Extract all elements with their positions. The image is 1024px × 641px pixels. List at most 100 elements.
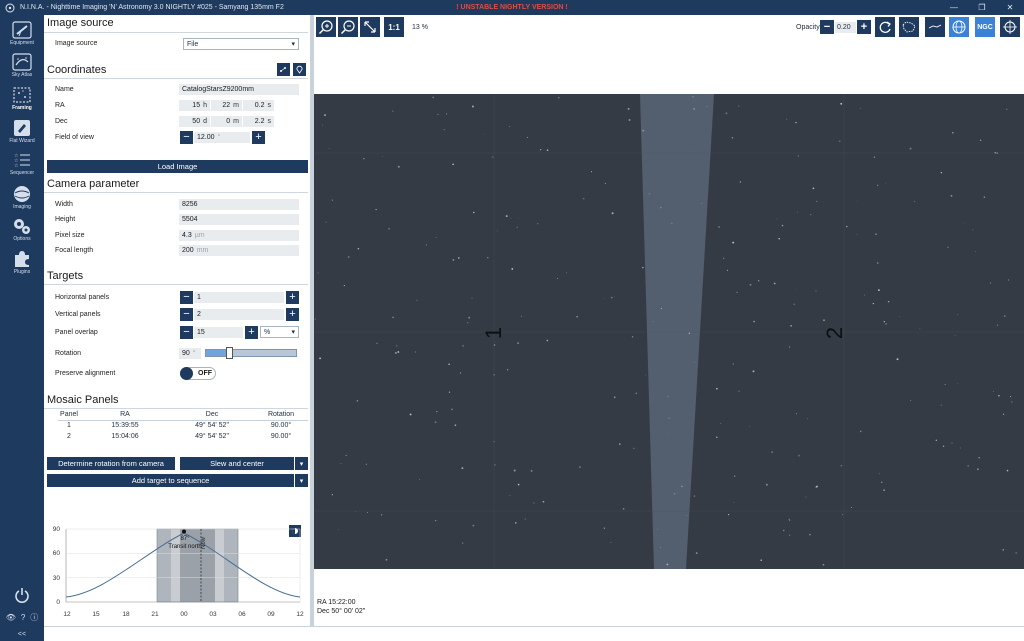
- table-row[interactable]: 2 15:04:06 49° 54' 52" 90.00°: [58, 431, 308, 442]
- vertical-panels-decrease-button[interactable]: −: [180, 308, 193, 321]
- panel-overlap-increase-button[interactable]: +: [245, 326, 258, 339]
- zoom-one-to-one-button[interactable]: 1:1: [384, 17, 404, 37]
- ra-minutes-input[interactable]: 22 m: [211, 100, 242, 111]
- dec-seconds-input[interactable]: 2.2 s: [243, 116, 274, 127]
- fov-input[interactable]: 12.00 °: [194, 132, 250, 143]
- zoom-in-button[interactable]: [316, 17, 336, 37]
- nav-equipment[interactable]: Equipment: [0, 21, 44, 51]
- nav-options[interactable]: Options: [0, 217, 44, 247]
- zoom-out-button[interactable]: [338, 17, 358, 37]
- dec-seconds-unit: s: [267, 118, 272, 125]
- slew-and-center-button[interactable]: Slew and center: [180, 457, 294, 470]
- fov-unit: °: [217, 134, 221, 141]
- nav-flat-wizard[interactable]: Flat Wizard: [0, 119, 44, 149]
- nav-sky-atlas[interactable]: Sky Atlas: [0, 53, 44, 83]
- sky-image-view[interactable]: 1 2: [314, 94, 1024, 569]
- plus-icon: +: [289, 308, 296, 320]
- rotate-icon: [879, 21, 891, 33]
- grid-overlay-button[interactable]: [949, 17, 969, 37]
- camera-height-input[interactable]: 5504: [179, 214, 299, 225]
- minus-icon: −: [183, 308, 190, 320]
- image-area-top: [314, 39, 1024, 94]
- focal-length-label: Focal length: [55, 247, 94, 254]
- opacity-input[interactable]: 0.20: [835, 22, 856, 33]
- dec-minutes-input[interactable]: 0m: [211, 116, 242, 127]
- peak-altitude-label: 87°: [180, 536, 190, 542]
- maximize-button[interactable]: ❐: [968, 0, 996, 15]
- horizontal-panels-decrease-button[interactable]: −: [180, 291, 193, 304]
- minus-icon: −: [823, 21, 831, 33]
- rotation-input[interactable]: 90 °: [179, 348, 201, 359]
- fov-decrease-button[interactable]: −: [180, 131, 193, 144]
- rotation-slider[interactable]: [205, 347, 297, 359]
- puzzle-icon: [15, 251, 29, 267]
- horizontal-panels-increase-button[interactable]: +: [286, 291, 299, 304]
- panel-overlap-input[interactable]: 15: [194, 327, 243, 338]
- nav-label: Imaging: [13, 204, 31, 210]
- main-navigation: Equipment Sky Atlas Framing Flat Wizard …: [0, 15, 44, 641]
- mosaic-panels-title: Mosaic Panels: [47, 394, 119, 406]
- nav-label: Framing: [12, 105, 32, 111]
- info-icon[interactable]: ⓘ: [30, 612, 38, 623]
- collapse-nav-button[interactable]: <<: [0, 629, 44, 639]
- vertical-panels-increase-button[interactable]: +: [286, 308, 299, 321]
- ra-seconds-input[interactable]: 0.2 s: [243, 100, 274, 111]
- power-button[interactable]: [0, 585, 44, 605]
- opacity-increase-button[interactable]: +: [857, 20, 871, 34]
- pixel-size-input[interactable]: 4.3 µm: [179, 230, 299, 241]
- nav-plugins[interactable]: Plugins: [0, 250, 44, 280]
- close-button[interactable]: ✕: [996, 0, 1024, 15]
- nav-label: Options: [13, 236, 31, 242]
- preserve-alignment-label: Preserve alignment: [55, 370, 116, 377]
- ra-hours-input[interactable]: 15 h: [179, 100, 210, 111]
- x-tick-label: 09: [267, 611, 275, 618]
- target-name-input[interactable]: CatalogStarsZ9200mm: [179, 84, 299, 95]
- slew-options-dropdown[interactable]: ▾: [295, 457, 308, 470]
- height-label: Height: [55, 216, 76, 223]
- x-tick-label: 12: [63, 611, 71, 618]
- table-row[interactable]: 1 15:39:55 49° 54' 52" 90.00°: [58, 420, 308, 431]
- preserve-alignment-toggle[interactable]: OFF: [180, 367, 216, 380]
- constellation-lines-button[interactable]: [925, 17, 945, 37]
- cell-rotation: 90.00°: [270, 422, 292, 430]
- rotate-image-button[interactable]: [875, 17, 895, 37]
- nav-imaging[interactable]: Imaging: [0, 185, 44, 215]
- constellation-boundaries-button[interactable]: [899, 17, 919, 37]
- image-source-select[interactable]: File ▾: [183, 38, 299, 50]
- coordinates-from-location-button[interactable]: [293, 63, 306, 76]
- nav-sequencer[interactable]: ☆ ☆ ☆ Sequencer: [0, 151, 44, 181]
- load-image-button[interactable]: Load Image: [47, 160, 308, 173]
- nav-label: Plugins: [13, 269, 31, 275]
- toggle-knob: [180, 367, 193, 380]
- eye-icon[interactable]: 👁: [6, 613, 16, 622]
- fit-to-screen-button[interactable]: [360, 17, 380, 37]
- nav-framing[interactable]: Framing: [0, 86, 44, 116]
- ra-minutes-unit: m: [233, 102, 239, 109]
- opacity-label: Opacity: [796, 24, 820, 31]
- rotation-label: Rotation: [55, 350, 82, 357]
- cursor-coordinates: RA 15:22:00 Dec 50° 00' 02": [317, 598, 365, 616]
- framing-settings-panel: Image source Image source File ▾ Coordin…: [44, 15, 310, 626]
- coordinates-from-planetarium-button[interactable]: [277, 63, 290, 76]
- rotation-slider-thumb[interactable]: [226, 347, 233, 359]
- image-area-bottom: [314, 569, 1024, 626]
- name-label: Name: [55, 86, 74, 93]
- ngc-annotations-button[interactable]: NGC: [975, 17, 995, 37]
- help-icon[interactable]: ?: [21, 613, 25, 622]
- panel-overlap-decrease-button[interactable]: −: [180, 326, 193, 339]
- overlap-unit-select[interactable]: % ▾: [260, 326, 299, 338]
- add-target-options-dropdown[interactable]: ▾: [295, 474, 308, 487]
- x-tick-label: 12: [296, 611, 304, 618]
- opacity-decrease-button[interactable]: −: [820, 20, 834, 34]
- fov-increase-button[interactable]: +: [252, 131, 265, 144]
- focal-length-input[interactable]: 200 mm: [179, 245, 299, 256]
- dec-degrees-input[interactable]: 50 d: [179, 116, 210, 127]
- crosshair-button[interactable]: [1000, 17, 1020, 37]
- determine-rotation-button[interactable]: Determine rotation from camera: [47, 457, 175, 470]
- add-target-to-sequence-button[interactable]: Add target to sequence: [47, 474, 294, 487]
- minimize-button[interactable]: —: [940, 0, 968, 15]
- x-tick-label: 00: [180, 611, 188, 618]
- camera-width-input[interactable]: 8256: [179, 199, 299, 210]
- horizontal-panels-input[interactable]: 1: [194, 292, 284, 303]
- vertical-panels-input[interactable]: 2: [194, 309, 284, 320]
